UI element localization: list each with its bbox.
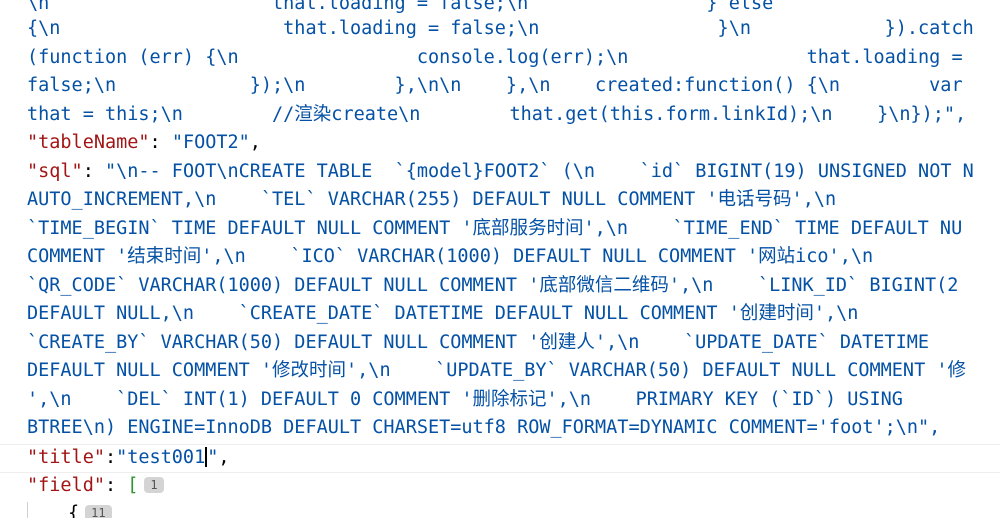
code-line-5[interactable]: that = this;\n //渲染create\n that.get(thi… (27, 101, 966, 130)
code-editor[interactable]: \n that.loading = false;\n } else {\n th… (0, 0, 1000, 518)
json-key-sql: "sql" (27, 161, 83, 182)
code-line-sql-10[interactable]: BTREE\n) ENGINE=InnoDB DEFAULT CHARSET=u… (27, 414, 940, 443)
code-line-sql-3[interactable]: `TIME_BEGIN` TIME DEFAULT NULL COMMENT '… (27, 215, 962, 244)
json-value-tablename: "FOOT2" (171, 132, 250, 153)
object-open-brace: { (68, 503, 80, 518)
fold-count-badge[interactable]: 1 (144, 477, 164, 493)
colon: : (149, 132, 172, 153)
comma: , (249, 132, 261, 153)
json-value-sql-part: "\n-- FOOT\nCREATE TABLE `{model}FOOT2` … (104, 161, 974, 182)
code-line-4[interactable]: false;\n });\n },\n\n },\n created:funct… (27, 72, 963, 101)
code-line-sql-2[interactable]: AUTO_INCREMENT,\n `TEL` VARCHAR(255) DEF… (27, 186, 836, 215)
code-line-object[interactable]: {11 (68, 500, 112, 518)
code-line-tablename[interactable]: "tableName": "FOOT2", (27, 129, 261, 158)
colon: : (82, 161, 105, 182)
code-line-3[interactable]: (function (err) {\n console.log(err);\n … (27, 44, 963, 73)
indent-guide (27, 502, 28, 518)
json-value-title-b: " (207, 447, 219, 468)
code-line-sql-7[interactable]: `CREATE_BY` VARCHAR(50) DEFAULT NULL COM… (27, 329, 929, 358)
code-line-sql-9[interactable]: ',\n `DEL` INT(1) DEFAULT 0 COMMENT '删除标… (27, 386, 903, 415)
code-line-sql[interactable]: "sql": "\n-- FOOT\nCREATE TABLE `{model}… (27, 158, 974, 187)
fold-count-badge[interactable]: 11 (85, 505, 112, 518)
json-key-tablename: "tableName" (27, 132, 150, 153)
code-line-sql-5[interactable]: `QR_CODE` VARCHAR(1000) DEFAULT NULL COM… (27, 272, 958, 301)
comma: , (218, 447, 230, 468)
json-key-title: "title" (27, 447, 105, 468)
code-line-sql-8[interactable]: DEFAULT NULL COMMENT '修改时间',\n `UPDATE_B… (27, 357, 966, 386)
array-open-bracket: [ (127, 475, 139, 496)
colon: : (104, 447, 117, 468)
json-value-title-a: "test001 (116, 447, 206, 468)
colon: : (104, 475, 128, 496)
code-line-field[interactable]: "field": [1 (27, 472, 164, 501)
code-line-sql-6[interactable]: DEFAULT NULL,\n `CREATE_DATE` DATETIME D… (27, 300, 858, 329)
code-line-title[interactable]: "title":"test001 ", (27, 444, 230, 473)
code-line-sql-4[interactable]: COMMENT '结束时间',\n `ICO` VARCHAR(1000) DE… (27, 243, 873, 272)
code-line-2[interactable]: {\n that.loading = false;\n }\n }).catch (27, 15, 974, 44)
json-key-field: "field" (27, 475, 105, 496)
